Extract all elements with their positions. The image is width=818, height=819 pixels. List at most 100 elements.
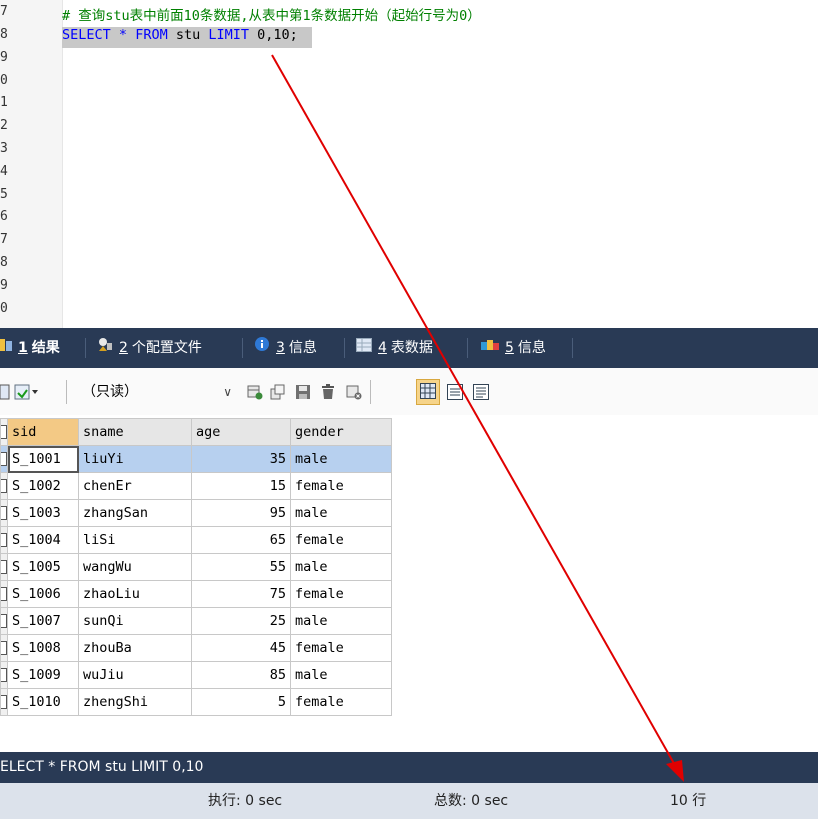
column-header-sid[interactable]: sid [7,418,79,446]
cell-age[interactable]: 55 [191,553,291,581]
row-checkbox[interactable] [0,580,8,608]
row-checkbox[interactable] [0,661,8,689]
cell-sname[interactable]: wuJiu [78,661,192,689]
tab-profiles[interactable]: 2 个配置文件 [97,328,202,368]
row-checkbox[interactable] [0,607,8,635]
table-row[interactable]: S_1006 zhaoLiu 75 female [0,580,392,608]
cell-age[interactable]: 35 [191,445,291,473]
line-number: 0 [0,301,8,316]
cell-sid[interactable]: S_1003 [7,499,79,527]
line-number: 2 [0,118,8,133]
cell-sid[interactable]: S_1007 [7,607,79,635]
result-grid[interactable]: sid sname age gender S_1001 liuYi 35 mal… [0,418,392,716]
cell-sid[interactable]: S_1010 [7,688,79,716]
row-checkbox[interactable] [0,526,8,554]
tab-info[interactable]: 3 信息 [254,328,317,368]
cell-sname[interactable]: zhengShi [78,688,192,716]
select-all-checkbox[interactable] [0,418,8,446]
delete-row-icon[interactable] [320,384,336,400]
cell-gender[interactable]: female [290,472,392,500]
table-row[interactable]: S_1004 liSi 65 female [0,526,392,554]
tab-info-2[interactable]: 5 信息 [481,328,546,368]
cell-gender[interactable]: female [290,526,392,554]
cell-gender[interactable]: male [290,445,392,473]
cell-age[interactable]: 85 [191,661,291,689]
column-header-age[interactable]: age [191,418,291,446]
table-row[interactable]: S_1003 zhangSan 95 male [0,499,392,527]
info-icon [254,328,270,368]
discard-changes-icon[interactable] [346,384,362,400]
table-row[interactable]: S_1001 liuYi 35 male [0,445,392,473]
execution-time: 执行: 0 sec [208,793,283,809]
tab-results[interactable]: 1 结果 [0,328,60,368]
table-row[interactable]: S_1009 wuJiu 85 male [0,661,392,689]
edit-mode-select[interactable]: （只读） ∨ [82,380,232,404]
cell-gender[interactable]: male [290,607,392,635]
table-row[interactable]: S_1008 zhouBa 45 female [0,634,392,662]
row-checkbox[interactable] [0,445,8,473]
save-icon[interactable] [295,384,311,400]
add-row-icon[interactable] [247,384,263,400]
cell-gender[interactable]: male [290,553,392,581]
cell-gender[interactable]: female [290,688,392,716]
cell-age[interactable]: 15 [191,472,291,500]
cell-age[interactable]: 45 [191,634,291,662]
row-checkbox[interactable] [0,553,8,581]
cell-gender[interactable]: female [290,580,392,608]
line-number: 3 [0,141,8,156]
table-row[interactable]: S_1007 sunQi 25 male [0,607,392,635]
cell-age[interactable]: 25 [191,607,291,635]
duplicate-row-icon[interactable] [270,384,286,400]
cell-gender[interactable]: male [290,661,392,689]
cell-sid[interactable]: S_1004 [7,526,79,554]
text-view-icon[interactable] [473,384,489,400]
table-row[interactable]: S_1002 chenEr 15 female [0,472,392,500]
line-number: 6 [0,209,8,224]
column-header-sname[interactable]: sname [78,418,192,446]
total-time: 总数: 0 sec [434,793,509,809]
status-bar: 执行: 0 sec 总数: 0 sec 10 行 [0,783,818,819]
cell-sid[interactable]: S_1005 [7,553,79,581]
cell-age[interactable]: 95 [191,499,291,527]
tab-table-data[interactable]: 4 表数据 [356,328,433,368]
line-number: 8 [0,27,8,42]
line-number: 0 [0,73,8,88]
table-icon [356,328,372,368]
cell-sid[interactable]: S_1006 [7,580,79,608]
cell-sid[interactable]: S_1001 [7,445,79,473]
cell-sname[interactable]: liSi [78,526,192,554]
column-header-gender[interactable]: gender [290,418,392,446]
line-number: 8 [0,255,8,270]
cell-sname[interactable]: wangWu [78,553,192,581]
table-row[interactable]: S_1010 zhengShi 5 female [0,688,392,716]
cell-age[interactable]: 75 [191,580,291,608]
cell-sname[interactable]: zhouBa [78,634,192,662]
cell-sid[interactable]: S_1009 [7,661,79,689]
row-checkbox[interactable] [0,688,8,716]
cell-sid[interactable]: S_1002 [7,472,79,500]
cell-age[interactable]: 5 [191,688,291,716]
form-view-icon[interactable] [447,384,463,400]
cell-sid[interactable]: S_1008 [7,634,79,662]
row-checkbox[interactable] [0,634,8,662]
sql-editor[interactable]: 7 8 9 0 1 2 3 4 5 6 7 8 9 0 # 查询stu表中前面1… [0,0,818,328]
cell-gender[interactable]: female [290,634,392,662]
cell-sname[interactable]: zhangSan [78,499,192,527]
chevron-down-icon: ∨ [223,385,232,399]
cell-sname[interactable]: chenEr [78,472,192,500]
sql-keyword-select: SELECT [62,27,111,43]
cell-gender[interactable]: male [290,499,392,527]
cell-age[interactable]: 65 [191,526,291,554]
cell-sname[interactable]: sunQi [78,607,192,635]
sql-limit-args: 0,10; [257,27,298,43]
row-checkbox[interactable] [0,472,8,500]
selected-sql-statement[interactable]: SELECT * FROM stu LIMIT 0,10; [62,27,312,48]
row-checkbox[interactable] [0,499,8,527]
code-comment[interactable]: # 查询stu表中前面10条数据,从表中第1条数据开始（起始行号为0） [62,4,481,25]
cell-sname[interactable]: liuYi [78,445,192,473]
cell-sname[interactable]: zhaoLiu [78,580,192,608]
export-dropdown-icon[interactable] [14,384,40,400]
sql-keyword-limit: LIMIT [208,27,250,43]
result-toolbar: （只读） ∨ [0,368,818,415]
table-row[interactable]: S_1005 wangWu 55 male [0,553,392,581]
